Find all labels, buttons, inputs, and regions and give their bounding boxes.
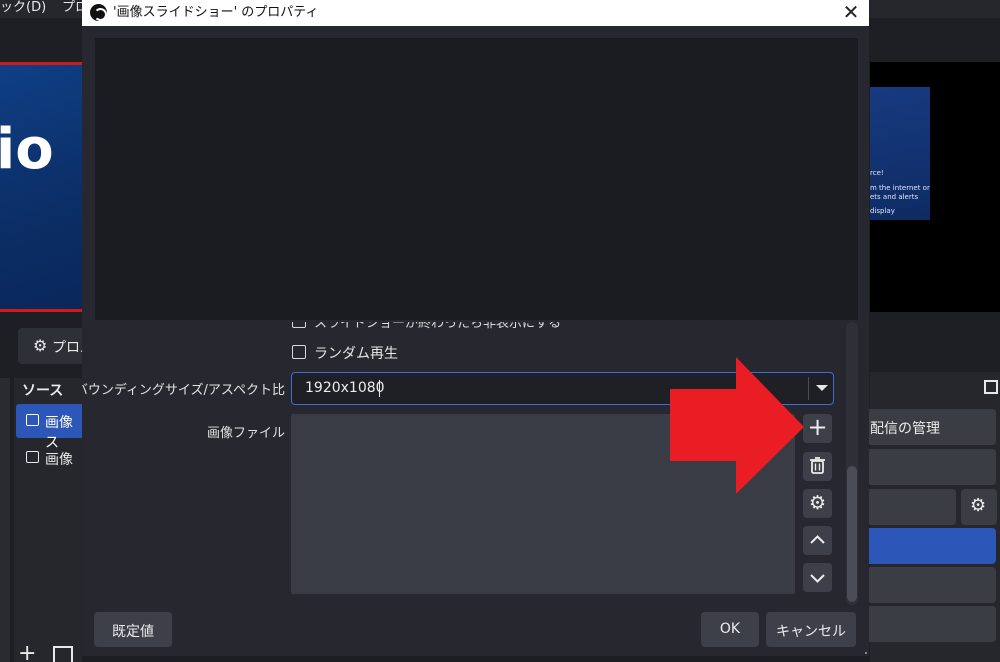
chevron-down-icon <box>803 563 832 592</box>
gear-icon: ⚙ <box>808 492 827 514</box>
preview-thumbnail: rce! m the internet or ets and alerts di… <box>870 87 930 220</box>
move-down-button[interactable] <box>803 563 832 592</box>
preview-text: io <box>0 117 54 182</box>
move-up-button[interactable] <box>803 526 832 555</box>
slideshow-icon <box>26 414 39 426</box>
cancel-button[interactable]: キャンセル <box>766 612 856 647</box>
preview-line: rce! <box>870 169 884 177</box>
random-playback-label: ランダム再生 <box>314 346 398 362</box>
menu-item-tools[interactable]: ック(D) <box>0 0 46 16</box>
file-properties-button[interactable]: ⚙ <box>803 489 832 518</box>
image-icon <box>26 451 39 463</box>
gear-icon: ⚙ <box>33 336 48 355</box>
program-preview-left: io <box>0 62 82 312</box>
chevron-up-icon <box>803 526 832 555</box>
chevron-down-icon[interactable] <box>816 385 828 391</box>
defaults-label: 既定値 <box>112 624 154 640</box>
hide-when-done-checkbox[interactable] <box>292 322 306 328</box>
preview-line: display <box>870 207 895 215</box>
source-item-label: 画像 <box>45 452 73 468</box>
remove-source-icon[interactable] <box>53 646 73 662</box>
obs-logo-icon <box>90 4 107 21</box>
close-button[interactable]: ✕ <box>834 1 868 25</box>
start-recording-button[interactable] <box>866 489 956 525</box>
hide-when-done-label: スライドショーが終わったら非表示にする <box>314 322 562 331</box>
form-scrollbar-thumb[interactable] <box>847 466 857 602</box>
defaults-button[interactable]: 既定値 <box>94 612 172 647</box>
sources-title: ソース <box>22 383 64 399</box>
settings-button[interactable] <box>866 606 996 642</box>
virtual-camera-button[interactable] <box>866 528 996 564</box>
source-item-slideshow[interactable]: 画像ス <box>16 404 86 451</box>
cancel-label: キャンセル <box>776 624 846 640</box>
add-source-icon[interactable]: + <box>18 643 36 662</box>
image-files-list[interactable] <box>291 414 795 594</box>
dialog-title: '画像スライドショー' のプロパティ <box>113 5 319 20</box>
plus-icon: + <box>807 413 828 441</box>
manage-broadcast-label: 配信の管理 <box>870 421 940 437</box>
combo-divider <box>808 377 809 400</box>
preview-line: ets and alerts <box>870 193 919 201</box>
manage-broadcast-button[interactable]: 配信の管理 <box>866 409 996 445</box>
start-streaming-button[interactable] <box>866 449 996 485</box>
random-playback-checkbox[interactable] <box>292 345 306 359</box>
add-file-button[interactable]: + <box>803 414 832 443</box>
text-caret <box>379 380 380 397</box>
studio-mode-button[interactable] <box>866 567 996 603</box>
bounding-size-combobox[interactable]: 1920x1080 <box>291 372 834 405</box>
dialog-titlebar[interactable]: '画像スライドショー' のプロパティ ✕ <box>82 0 869 26</box>
properties-form: スライドショーが終わったら非表示にする ランダム再生 バウンディングサイズ/アス… <box>82 322 869 607</box>
ok-button[interactable]: OK <box>701 612 759 647</box>
ok-label: OK <box>719 621 741 637</box>
preview-line: m the internet or <box>870 184 930 192</box>
source-preview <box>95 38 858 320</box>
dock-strip <box>82 656 869 662</box>
bounding-size-label: バウンディングサイズ/アスペクト比 <box>82 383 285 398</box>
recording-settings-button[interactable]: ⚙ <box>961 489 997 525</box>
trash-icon <box>803 452 832 481</box>
undock-icon[interactable] <box>984 380 998 394</box>
program-preview-right: rce! m the internet or ets and alerts di… <box>870 62 1000 312</box>
scenes-dock <box>0 378 10 662</box>
bounding-size-value: 1920x1080 <box>305 380 385 396</box>
gear-icon: ⚙ <box>970 495 987 516</box>
source-item-image[interactable]: 画像 <box>16 442 86 474</box>
properties-dialog: '画像スライドショー' のプロパティ ✕ スライドショーが終わったら非表示にする… <box>82 0 869 662</box>
remove-file-button[interactable] <box>803 452 832 481</box>
image-files-label: 画像ファイル <box>206 426 285 441</box>
